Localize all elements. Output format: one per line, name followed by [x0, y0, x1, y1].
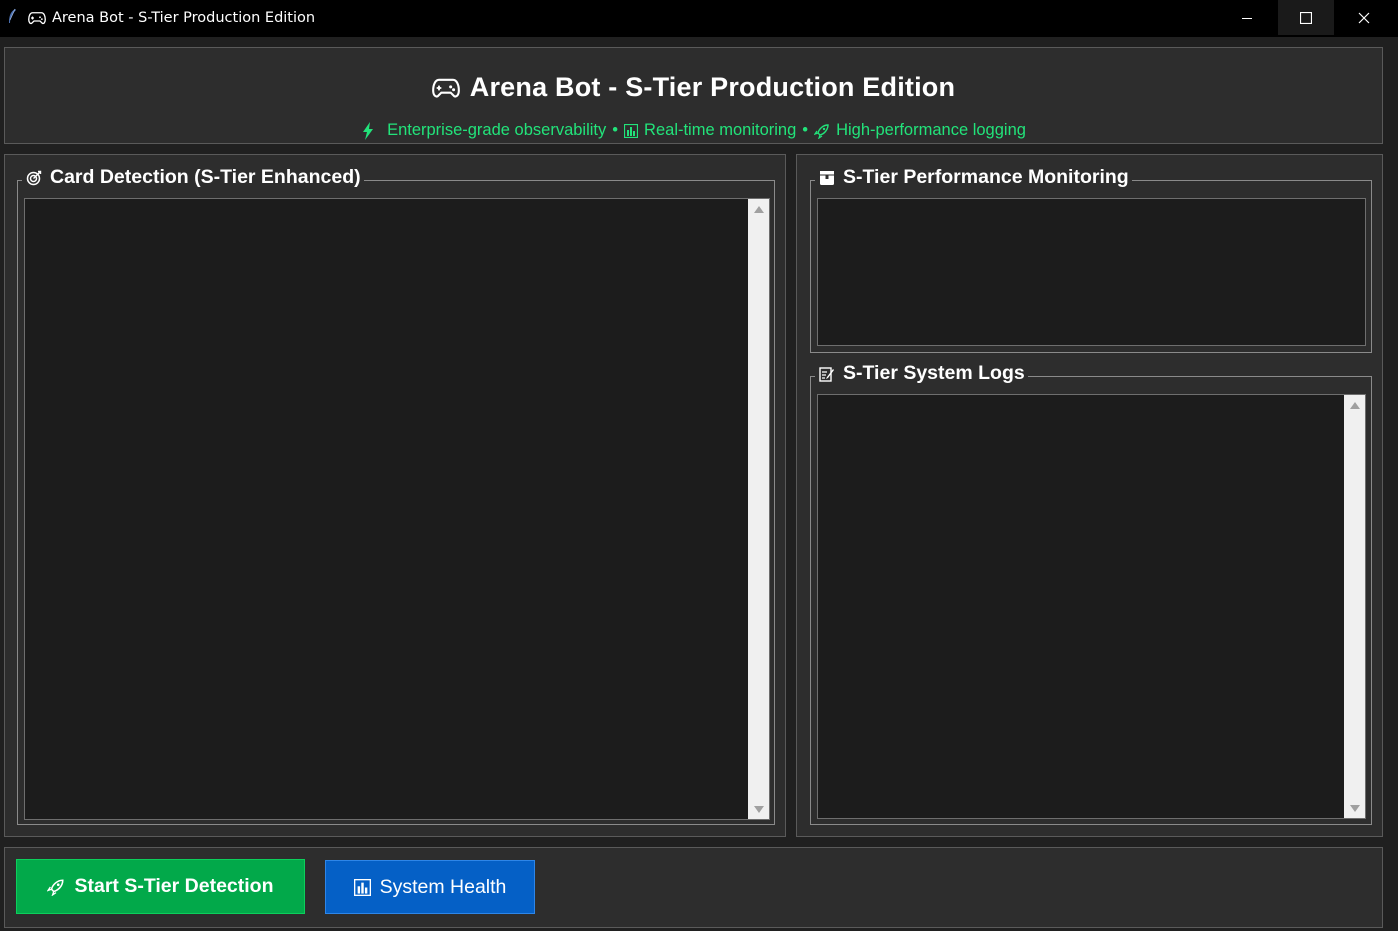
- footer-panel: Start S-Tier Detection System Health: [4, 847, 1383, 928]
- bar-chart-icon: [353, 878, 371, 896]
- card-detection-legend: Card Detection (S-Tier Enhanced): [22, 166, 364, 189]
- target-icon: [26, 170, 42, 185]
- feature-list: Enterprise-grade observability • Real-ti…: [5, 121, 1382, 140]
- scroll-up-button[interactable]: [748, 201, 769, 217]
- minimize-button[interactable]: [1219, 0, 1275, 35]
- feature-monitoring: Real-time monitoring: [644, 121, 797, 139]
- card-detection-title: Card Detection (S-Tier Enhanced): [50, 166, 361, 188]
- scroll-up-button[interactable]: [1344, 397, 1365, 413]
- performance-textarea[interactable]: [817, 198, 1366, 346]
- minimize-icon: [1242, 17, 1252, 19]
- window-title: Arena Bot - S-Tier Production Edition: [52, 10, 316, 26]
- logs-scrollbar[interactable]: [1344, 395, 1365, 818]
- memo-icon: [819, 366, 834, 382]
- feature-observability: Enterprise-grade observability: [387, 121, 607, 139]
- left-panel: Card Detection (S-Tier Enhanced): [4, 154, 786, 837]
- card-detection-textarea[interactable]: [24, 198, 770, 820]
- system-health-label: System Health: [379, 875, 507, 898]
- right-panel: S-Tier Performance Monitoring S-Tier Sys…: [796, 154, 1383, 837]
- maximize-button[interactable]: [1278, 0, 1334, 35]
- maximize-icon: [1300, 11, 1312, 24]
- gamepad-icon: [431, 78, 460, 97]
- logs-legend: S-Tier System Logs: [815, 362, 1028, 385]
- logs-group: S-Tier System Logs: [810, 362, 1372, 825]
- caret-up-icon: [753, 205, 764, 213]
- app-content: Arena Bot - S-Tier Production Edition En…: [0, 37, 1398, 931]
- performance-group: S-Tier Performance Monitoring: [810, 166, 1372, 353]
- performance-legend: S-Tier Performance Monitoring: [815, 166, 1132, 189]
- caret-up-icon: [1349, 401, 1360, 409]
- feature-logging: High-performance logging: [836, 121, 1026, 139]
- caret-down-icon: [753, 805, 764, 813]
- system-health-button[interactable]: System Health: [325, 860, 535, 914]
- feather-icon: [9, 8, 16, 23]
- bar-chart-icon: [624, 123, 639, 138]
- feature-separator: •: [802, 121, 809, 139]
- window-titlebar[interactable]: Arena Bot - S-Tier Production Edition: [0, 0, 1398, 37]
- rocket-icon: [814, 123, 829, 139]
- package-icon: [820, 170, 834, 185]
- rocket-icon: [47, 878, 65, 896]
- card-detection-group: Card Detection (S-Tier Enhanced): [17, 166, 775, 825]
- scroll-down-button[interactable]: [748, 801, 769, 817]
- scroll-down-button[interactable]: [1344, 800, 1365, 816]
- close-icon: [1358, 12, 1370, 23]
- logs-textarea[interactable]: [817, 394, 1366, 819]
- caret-down-icon: [1349, 804, 1360, 812]
- page-title: Arena Bot - S-Tier Production Edition: [469, 72, 956, 102]
- start-detection-label: Start S-Tier Detection: [74, 875, 274, 897]
- gamepad-icon: [28, 12, 46, 25]
- feature-separator: •: [612, 121, 619, 139]
- lightning-icon: [363, 121, 374, 140]
- card-detection-scrollbar[interactable]: [748, 199, 769, 819]
- close-button[interactable]: [1336, 0, 1392, 35]
- logs-title: S-Tier System Logs: [843, 362, 1025, 384]
- performance-title: S-Tier Performance Monitoring: [843, 166, 1129, 188]
- start-detection-button[interactable]: Start S-Tier Detection: [16, 859, 305, 914]
- header-panel: Arena Bot - S-Tier Production Edition En…: [4, 47, 1383, 144]
